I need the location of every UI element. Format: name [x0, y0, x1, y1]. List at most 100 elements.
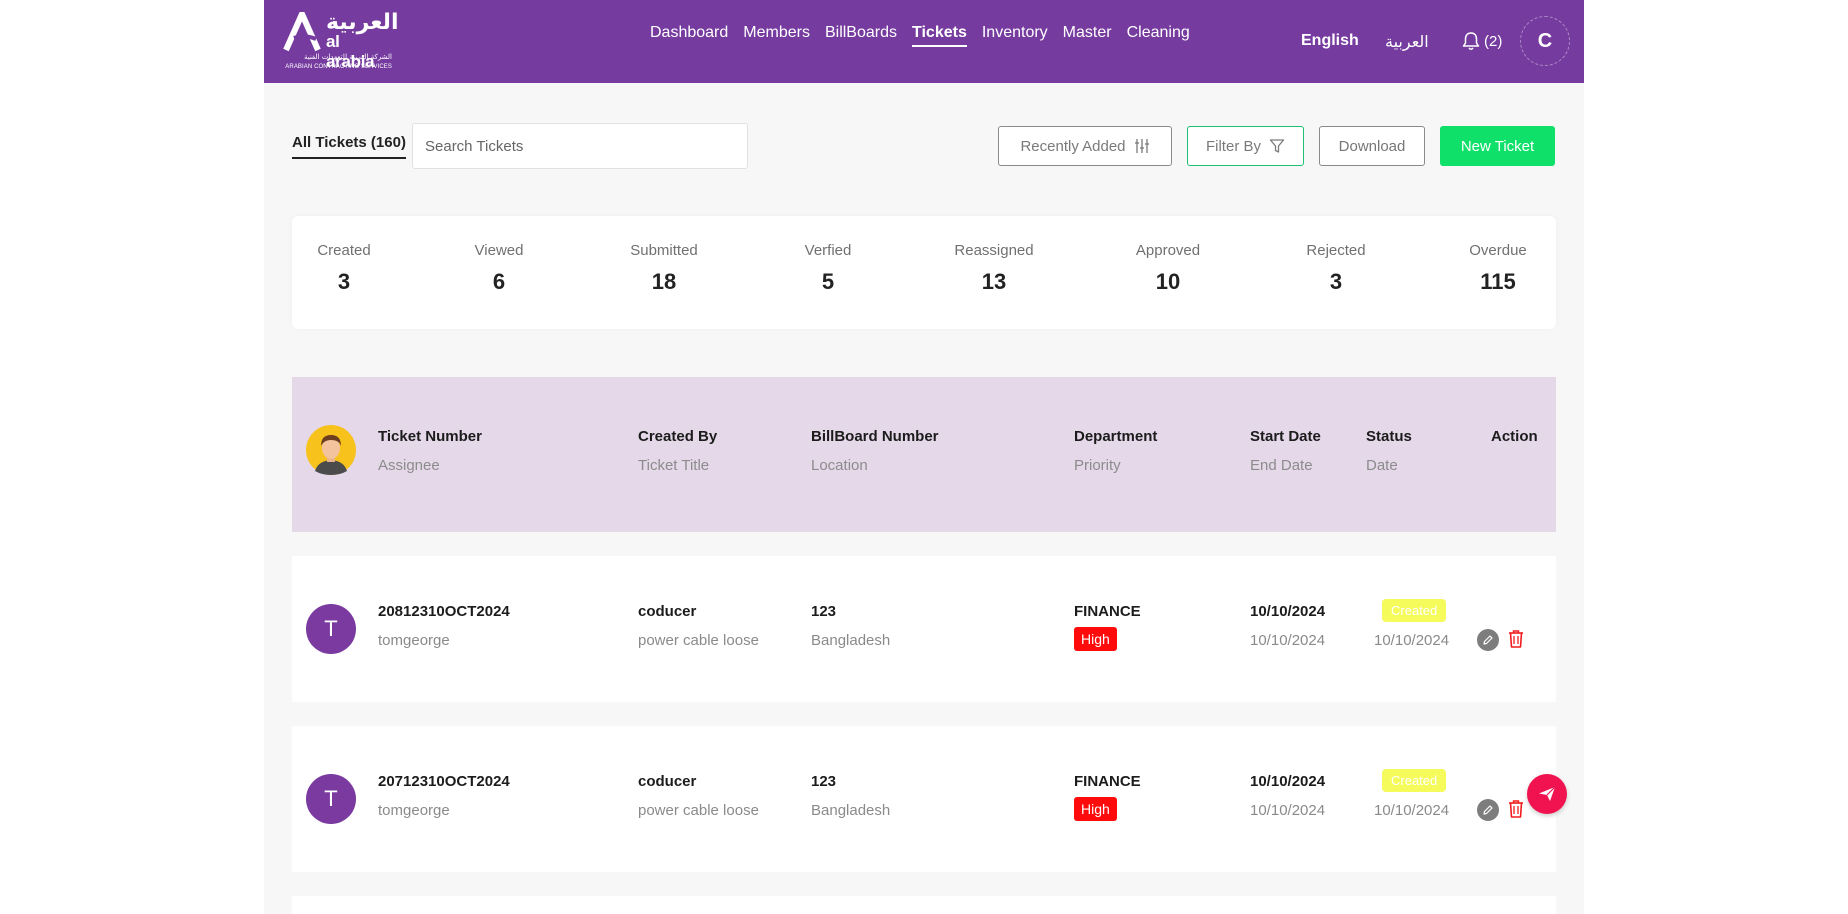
stat-value: 3: [1329, 269, 1343, 294]
status-date: 10/10/2024: [1374, 802, 1450, 819]
sort-label: Recently Added: [1020, 137, 1126, 155]
table-row[interactable]: [292, 896, 1556, 914]
header-ticket-number: Ticket Number Assignee: [378, 428, 482, 474]
status-badge: Created: [1382, 599, 1447, 622]
search-tickets-input[interactable]: [412, 123, 748, 169]
send-fab-button[interactable]: [1527, 774, 1567, 814]
department: FINANCE: [1074, 603, 1141, 620]
ticket-title: power cable loose: [638, 632, 759, 649]
stat-value: 3: [337, 269, 351, 294]
language-english[interactable]: English: [1301, 32, 1359, 50]
nav-dashboard[interactable]: Dashboard: [650, 24, 728, 47]
stat-label: Overdue: [1469, 242, 1527, 259]
header-sublabel: Priority: [1074, 457, 1121, 474]
stat-verified: Verfied 5: [805, 242, 852, 295]
trash-icon[interactable]: [1507, 799, 1525, 819]
header-sublabel: Assignee: [378, 457, 440, 474]
header-sublabel: Location: [811, 457, 868, 474]
stat-label: Approved: [1135, 242, 1201, 259]
download-button[interactable]: Download: [1319, 126, 1425, 166]
nav-inventory[interactable]: Inventory: [982, 24, 1048, 47]
pencil-icon: [1483, 635, 1493, 645]
stat-label: Submitted: [630, 242, 698, 259]
billboard-number: 123: [811, 773, 837, 790]
bell-icon: [1462, 32, 1480, 50]
stat-label: Viewed: [474, 242, 524, 259]
stat-value: 115: [1480, 269, 1516, 294]
pencil-icon: [1483, 805, 1493, 815]
header-status: Status Date: [1366, 428, 1412, 474]
status-date: 10/10/2024: [1374, 632, 1450, 649]
assignee-avatar: T: [306, 604, 356, 654]
user-face-avatar-icon: [306, 425, 356, 475]
header-label: BillBoard Number: [811, 428, 939, 445]
tab-all-tickets[interactable]: All Tickets (160): [292, 134, 406, 159]
header-sublabel: Ticket Title: [638, 457, 710, 474]
end-date: 10/10/2024: [1250, 632, 1326, 649]
sort-recently-added-button[interactable]: Recently Added: [998, 126, 1172, 166]
notification-count: (2): [1484, 32, 1503, 50]
stat-value: 6: [492, 269, 506, 294]
edit-button[interactable]: [1477, 629, 1499, 651]
header-action: Action: [1491, 428, 1538, 445]
header-label: Department: [1074, 428, 1158, 445]
send-icon: [1539, 786, 1556, 801]
created-by: coducer: [638, 603, 697, 620]
stat-approved: Approved 10: [1136, 242, 1200, 295]
ticket-stats-card: Created 3 Viewed 6 Submitted 18 Verfied …: [292, 216, 1556, 329]
table-row[interactable]: T 20812310OCT2024 tomgeorge coducer powe…: [292, 556, 1556, 702]
main-nav: Dashboard Members BillBoards Tickets Inv…: [650, 24, 1205, 47]
tickets-table-header: Ticket Number Assignee Created By Ticket…: [292, 377, 1556, 532]
notifications-button[interactable]: (2): [1462, 31, 1502, 51]
assignee-avatar: T: [306, 774, 356, 824]
header-label: Status: [1366, 428, 1412, 445]
nav-cleaning[interactable]: Cleaning: [1127, 24, 1190, 47]
ticket-title: power cable loose: [638, 802, 759, 819]
nav-master[interactable]: Master: [1063, 24, 1112, 47]
status-badge: Created: [1382, 769, 1447, 792]
location: Bangladesh: [811, 632, 891, 649]
stat-viewed: Viewed 6: [475, 242, 524, 295]
brand-logo[interactable]: العربية al arabia الشركة العربية للتعهدا…: [282, 10, 399, 72]
header-label: Created By: [638, 428, 718, 445]
filter-label: Filter By: [1205, 137, 1261, 155]
stat-rejected: Rejected 3: [1306, 242, 1365, 295]
table-row[interactable]: T 20712310OCT2024 tomgeorge coducer powe…: [292, 726, 1556, 872]
header-billboard-number: BillBoard Number Location: [811, 428, 939, 474]
header-created-by: Created By Ticket Title: [638, 428, 717, 474]
billboard-number: 123: [811, 603, 837, 620]
trash-icon[interactable]: [1507, 629, 1525, 649]
assignee-name: tomgeorge: [378, 802, 450, 819]
filter-by-button[interactable]: Filter By: [1187, 126, 1304, 166]
location: Bangladesh: [811, 802, 891, 819]
stat-created: Created 3: [317, 242, 370, 295]
stat-label: Rejected: [1306, 242, 1366, 259]
header-start-date: Start Date End Date: [1250, 428, 1321, 474]
ticket-number[interactable]: 20712310OCT2024: [378, 773, 510, 790]
priority-badge: High: [1074, 797, 1117, 821]
nav-tickets[interactable]: Tickets: [912, 24, 967, 47]
stat-value: 10: [1155, 269, 1181, 294]
language-arabic[interactable]: العربية: [1385, 32, 1429, 51]
department: FINANCE: [1074, 773, 1141, 790]
edit-button[interactable]: [1477, 799, 1499, 821]
nav-billboards[interactable]: BillBoards: [825, 24, 897, 47]
header-label: Ticket Number: [378, 428, 482, 445]
top-navbar: العربية al arabia الشركة العربية للتعهدا…: [264, 0, 1584, 83]
sort-sliders-icon: [1134, 139, 1149, 153]
header-department: Department Priority: [1074, 428, 1157, 474]
app-frame: العربية al arabia الشركة العربية للتعهدا…: [264, 0, 1584, 914]
stat-label: Created: [317, 242, 371, 259]
user-avatar[interactable]: C: [1520, 16, 1570, 66]
funnel-icon: [1269, 139, 1285, 153]
assignee-name: tomgeorge: [378, 632, 450, 649]
brand-subtitle-arabic: الشركة العربية للتعهدات الفنية: [303, 53, 392, 61]
new-ticket-button[interactable]: New Ticket: [1440, 126, 1555, 166]
created-by: coducer: [638, 773, 697, 790]
stat-submitted: Submitted 18: [630, 242, 698, 295]
nav-members[interactable]: Members: [743, 24, 810, 47]
stat-value: 18: [651, 269, 677, 294]
ticket-number[interactable]: 20812310OCT2024: [378, 603, 510, 620]
stat-value: 13: [981, 269, 1007, 294]
brand-subtitle-english: ARABIAN CONTRACTING SERVICES: [285, 64, 392, 70]
